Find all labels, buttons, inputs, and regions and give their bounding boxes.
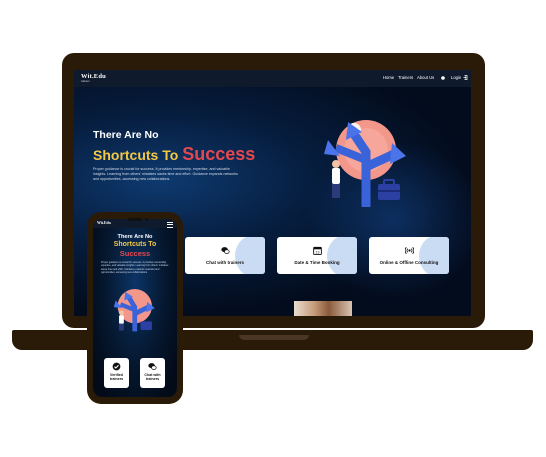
- top-nav: Wit.Edu trainers Home Trainers About Us …: [74, 70, 471, 87]
- feature-card-label: Date & Time Booking: [294, 260, 340, 265]
- phone-camera: [145, 218, 148, 221]
- mobile-hero-line1: There Are No: [117, 234, 153, 240]
- chat-icon: [148, 363, 157, 370]
- mobile-hero-accent: Success: [119, 249, 151, 258]
- mobile-crossroads-illustration: [113, 289, 155, 332]
- nav-trainers[interactable]: Trainers: [398, 75, 413, 80]
- feature-card-booking[interactable]: 13 Date & Time Booking: [277, 237, 357, 274]
- calendar-icon: 13: [313, 246, 322, 255]
- hero-heading-line1: There Are No: [93, 129, 159, 141]
- hero-heading-accent: Success: [182, 144, 256, 164]
- calendar-icon-number: 13: [316, 251, 320, 255]
- mobile-brand-logo[interactable]: Wit.Edu: [97, 221, 111, 225]
- hero-heading-prefix: Shortcuts To: [93, 147, 179, 163]
- mobile-card-label: Chat with trainers: [144, 373, 161, 382]
- hamburger-menu-icon[interactable]: [167, 222, 173, 228]
- mobile-hero-line2: Shortcuts To: [113, 241, 157, 248]
- card-decoration: [419, 237, 449, 274]
- mobile-card-verified[interactable]: Verified trainers: [104, 358, 129, 388]
- feature-card-label: Online & Offline Consulting: [379, 260, 439, 265]
- laptop-hinge-notch: [239, 335, 309, 340]
- brand-logo[interactable]: Wit.Edu: [81, 73, 106, 80]
- hero-description: Proper guidance is crucial for success. …: [93, 167, 238, 181]
- mobile-hero-description: Proper guidance is crucial for success. …: [101, 261, 169, 275]
- nav-home[interactable]: Home: [383, 75, 394, 80]
- mobile-card-label: Verified trainers: [109, 373, 124, 382]
- mobile-card-chat[interactable]: Chat with trainers: [140, 358, 165, 388]
- trainer-photo: [294, 301, 352, 316]
- phone-screen: Wit.Edu There Are No Shortcuts To Succes…: [93, 219, 177, 397]
- card-decoration: [235, 237, 265, 274]
- chat-icon: [221, 247, 230, 254]
- crossroads-illustration: [324, 120, 406, 207]
- verified-icon: [112, 362, 121, 371]
- login-icon[interactable]: [463, 75, 468, 80]
- theme-toggle-icon[interactable]: [440, 75, 446, 81]
- card-decoration: [327, 237, 357, 274]
- nav-login[interactable]: Login: [451, 75, 461, 80]
- feature-card-consulting[interactable]: Online & Offline Consulting: [369, 237, 449, 274]
- nav-about-us[interactable]: About Us: [417, 75, 434, 80]
- brand-tagline: trainers: [81, 80, 90, 83]
- feature-card-chat[interactable]: Chat with trainers: [185, 237, 265, 274]
- feature-card-label: Chat with trainers: [205, 260, 244, 265]
- phone-speaker: [128, 218, 142, 221]
- hero-heading-line2: Shortcuts To Success: [93, 144, 255, 165]
- broadcast-icon: [405, 247, 414, 254]
